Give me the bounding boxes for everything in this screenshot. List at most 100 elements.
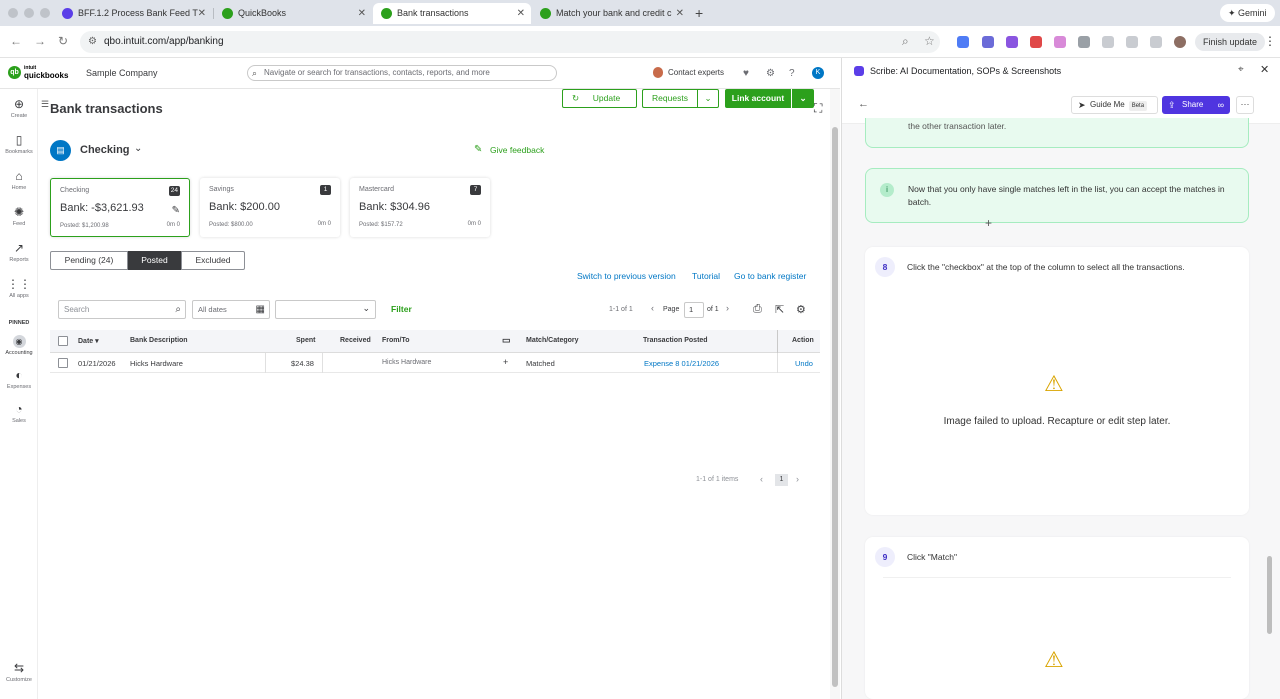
- puzzle-icon[interactable]: [1102, 36, 1114, 48]
- select-all-checkbox[interactable]: [58, 336, 68, 346]
- reload-icon[interactable]: ↻: [58, 34, 68, 48]
- help-icon[interactable]: ?: [789, 68, 795, 79]
- update-button[interactable]: ↻ Update: [562, 89, 637, 108]
- profile-avatar[interactable]: [1174, 36, 1186, 48]
- nav-create[interactable]: ⊕ Create: [0, 98, 38, 120]
- expand-icon[interactable]: ⛶: [814, 101, 822, 116]
- notifications-icon[interactable]: ♥: [743, 68, 749, 79]
- give-feedback-link[interactable]: Give feedback: [490, 145, 544, 155]
- bank-register-link[interactable]: Go to bank register: [734, 271, 806, 281]
- link-icon[interactable]: ∞: [1218, 96, 1224, 114]
- extension-icon[interactable]: [982, 36, 994, 48]
- link-account-dropdown[interactable]: ⌄: [792, 89, 814, 108]
- chevron-right-icon[interactable]: ›: [796, 474, 799, 484]
- url-field[interactable]: ⚙ qbo.intuit.com/app/banking: [80, 31, 940, 53]
- nav-bookmarks[interactable]: ▯ Bookmarks: [0, 134, 38, 156]
- pencil-icon[interactable]: ✎: [172, 205, 180, 216]
- pin-icon[interactable]: ⌖: [1238, 64, 1244, 75]
- gear-icon[interactable]: ⚙: [796, 303, 806, 316]
- contact-experts-link[interactable]: Contact experts: [668, 68, 724, 77]
- link-account-button[interactable]: Link account: [725, 89, 791, 108]
- extension-icon[interactable]: [1078, 36, 1090, 48]
- filter-button[interactable]: Filter: [391, 304, 412, 314]
- gemini-button[interactable]: ✦ Gemini: [1220, 4, 1275, 22]
- window-minimize-dot[interactable]: [24, 8, 34, 18]
- close-icon[interactable]: ✕: [676, 3, 684, 24]
- column-date[interactable]: Date ▾: [78, 337, 99, 345]
- add-comment-icon[interactable]: +: [503, 357, 508, 367]
- close-icon[interactable]: ✕: [358, 3, 366, 24]
- guide-me-button[interactable]: ➤ Guide Me Beta: [1071, 96, 1158, 114]
- menu-toggle-icon[interactable]: ☰: [41, 99, 49, 110]
- browser-tab[interactable]: Match your bank and credit c ✕: [532, 3, 690, 24]
- nav-sales[interactable]: ◔ Sales: [0, 403, 38, 425]
- scribe-scrollbar[interactable]: [1267, 556, 1272, 634]
- step-text[interactable]: Click "Match": [907, 551, 1227, 564]
- extension-icon[interactable]: [1054, 36, 1066, 48]
- nav-feed[interactable]: ✺ Feed: [0, 206, 38, 228]
- account-selector[interactable]: Checking: [80, 144, 130, 156]
- bottom-page-number[interactable]: 1: [775, 474, 788, 486]
- chevron-left-icon[interactable]: ‹: [760, 474, 763, 484]
- browser-tab-active[interactable]: Bank transactions ✕: [373, 3, 531, 24]
- window-zoom-dot[interactable]: [40, 8, 50, 18]
- window-close-dot[interactable]: [8, 8, 18, 18]
- nav-home[interactable]: ⌂ Home: [0, 170, 38, 192]
- chevron-down-icon[interactable]: ⌄: [134, 143, 142, 154]
- requests-dropdown[interactable]: ⌄: [697, 89, 719, 108]
- table-row[interactable]: 01/21/2026 Hicks Hardware $24.38 Hicks H…: [50, 353, 820, 373]
- close-icon[interactable]: ✕: [517, 3, 525, 24]
- download-icon[interactable]: [1150, 36, 1162, 48]
- date-filter[interactable]: All dates ▦: [192, 300, 270, 319]
- site-info-icon[interactable]: ⚙: [88, 31, 97, 53]
- kebab-menu-icon[interactable]: ⋮: [1264, 34, 1276, 48]
- nav-all-apps[interactable]: ⋮⋮ All apps: [0, 278, 38, 300]
- tab-posted[interactable]: Posted: [128, 251, 181, 270]
- nav-customize[interactable]: ⇆ Customize: [0, 662, 38, 684]
- user-avatar[interactable]: K: [812, 67, 824, 79]
- chevron-left-icon[interactable]: ‹: [651, 303, 654, 313]
- print-icon[interactable]: ⎙: [753, 303, 762, 316]
- transaction-search-input[interactable]: Search ⌕: [58, 300, 186, 319]
- tab-excluded[interactable]: Excluded: [181, 251, 245, 270]
- tutorial-link[interactable]: Tutorial: [692, 271, 720, 281]
- type-filter-select[interactable]: ⌄: [275, 300, 376, 319]
- export-icon[interactable]: ⇱: [775, 303, 784, 316]
- chevron-right-icon[interactable]: ›: [726, 303, 729, 313]
- close-icon[interactable]: ✕: [198, 3, 206, 24]
- star-icon[interactable]: ☆: [924, 34, 935, 48]
- global-search-input[interactable]: ⌕ Navigate or search for transactions, c…: [247, 65, 557, 81]
- account-card-checking[interactable]: Checking 24 Bank: -$3,621.93 ✎ Posted: $…: [50, 178, 190, 237]
- nav-accounting[interactable]: ◉ Accounting: [0, 334, 38, 356]
- forward-icon[interactable]: →: [34, 34, 46, 48]
- requests-button[interactable]: Requests: [642, 89, 697, 108]
- extension-icon[interactable]: [957, 36, 969, 48]
- switch-version-link[interactable]: Switch to previous version: [577, 271, 676, 281]
- quickbooks-logo-icon[interactable]: qb: [8, 66, 21, 79]
- close-icon[interactable]: ✕: [1260, 63, 1269, 76]
- undo-button[interactable]: Undo: [795, 359, 813, 368]
- nav-reports[interactable]: ↗ Reports: [0, 242, 38, 264]
- nav-expenses[interactable]: ◐ Expenses: [0, 369, 38, 391]
- row-checkbox[interactable]: [58, 358, 68, 368]
- account-card-savings[interactable]: Savings 1 Bank: $200.00 Posted: $800.00 …: [200, 178, 340, 237]
- page-number-input[interactable]: 1: [684, 302, 704, 318]
- step-text[interactable]: Click the "checkbox" at the top of the c…: [907, 261, 1227, 274]
- browser-tab[interactable]: BFF.1.2 Process Bank Feed T ✕: [54, 3, 212, 24]
- gear-icon[interactable]: ⚙: [766, 68, 775, 79]
- extension-icon[interactable]: [1006, 36, 1018, 48]
- row-posted-link[interactable]: Expense 8 01/21/2026: [644, 359, 719, 368]
- zoom-icon[interactable]: ⌕: [902, 34, 909, 49]
- account-card-mastercard[interactable]: Mastercard 7 Bank: $304.96 Posted: $157.…: [350, 178, 490, 237]
- browser-tab[interactable]: QuickBooks ✕: [214, 3, 372, 24]
- more-options-button[interactable]: ⋯: [1236, 96, 1254, 114]
- new-tab-icon[interactable]: +: [695, 4, 703, 22]
- share-button[interactable]: ⇪ Share ∞: [1162, 96, 1230, 114]
- back-icon[interactable]: ←: [10, 34, 22, 48]
- tab-pending[interactable]: Pending (24): [50, 251, 128, 270]
- extension-icon[interactable]: [1030, 36, 1042, 48]
- back-arrow-icon[interactable]: ←: [858, 98, 869, 110]
- sidepanel-icon[interactable]: [1126, 36, 1138, 48]
- main-scrollbar[interactable]: [832, 127, 838, 687]
- finish-update-button[interactable]: Finish update: [1195, 33, 1266, 51]
